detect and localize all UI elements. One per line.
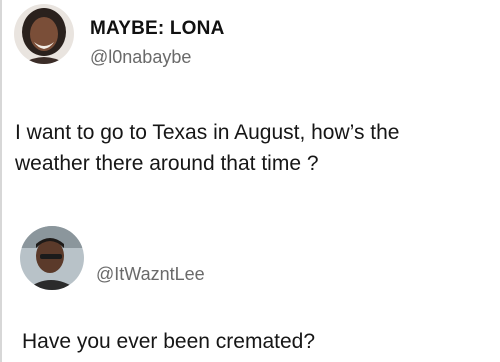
author-handle[interactable]: @l0nabaybe xyxy=(90,47,191,68)
author-handle[interactable]: @ItWazntLee xyxy=(96,264,205,285)
tweet-text: I want to go to Texas in August, how’s t… xyxy=(15,117,495,179)
avatar-portrait xyxy=(20,226,84,290)
avatar[interactable] xyxy=(20,226,84,290)
avatar[interactable] xyxy=(14,4,74,64)
tweet-text-line: weather there around that time ? xyxy=(15,152,319,175)
tweet-text-line: I want to go to Texas in August, how’s t… xyxy=(15,121,400,144)
avatar-portrait xyxy=(14,4,74,64)
reply-text: Have you ever been cremated? xyxy=(22,330,316,353)
author-name[interactable]: MAYBE: LONA xyxy=(90,18,225,40)
screenshot-edge xyxy=(0,0,2,362)
